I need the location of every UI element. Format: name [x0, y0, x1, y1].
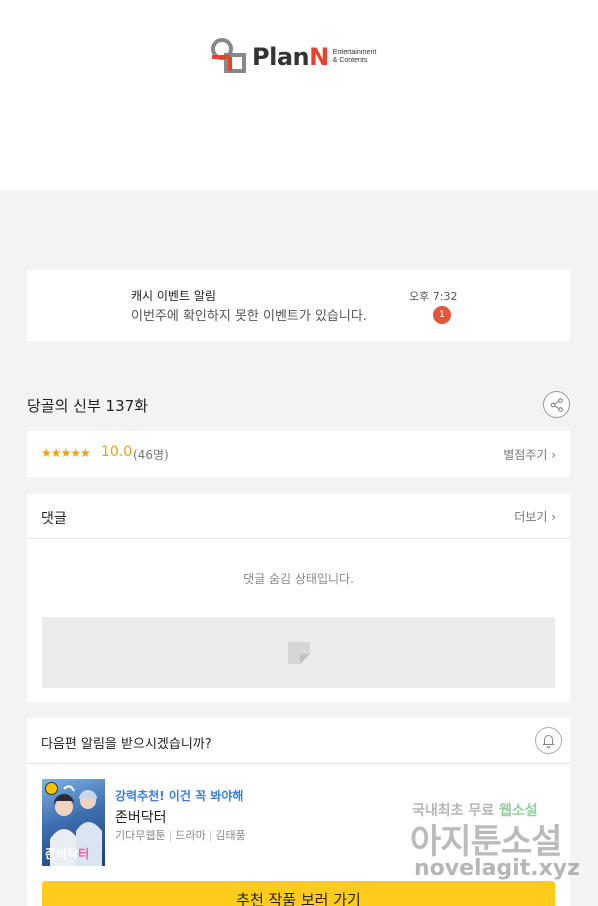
comments-title: 댓글	[41, 511, 67, 527]
plann-logo: PlanN Entertainment & Contents	[210, 36, 410, 78]
comments-hidden-message: 댓글 숨김 상태입니다.	[243, 572, 354, 586]
thumbnail-title: 존버닥터	[45, 847, 90, 861]
comments-more-button[interactable]: 더보기 ›	[514, 508, 556, 525]
rating-score: 10.0	[101, 444, 133, 460]
recommend-tagline: 강력추천! 이건 꼭 봐야해	[115, 789, 244, 803]
logo-wordmark: PlanN	[252, 43, 329, 71]
comments-card: 댓글 더보기 › 댓글 숨김 상태입니다.	[27, 494, 570, 702]
alert-toggle-button[interactable]	[535, 727, 562, 754]
comments-header: 댓글 더보기 ›	[27, 494, 570, 539]
episode-title: 당골의 신부 137화	[27, 397, 148, 415]
bell-icon	[542, 735, 555, 748]
watermark-line-3: novelagit.xyz	[414, 856, 580, 881]
ad-placeholder[interactable]	[42, 617, 555, 688]
header-area	[0, 0, 598, 190]
next-episode-alert-question: 다음편 알림을 받으시겠습니까?	[41, 737, 212, 752]
recommend-header: 다음편 알림을 받으시겠습니까?	[27, 718, 570, 764]
notification-body: 이번주에 확인하지 못한 이벤트가 있습니다.	[131, 309, 367, 324]
plann-logo-mark-icon	[210, 37, 250, 77]
notification-card[interactable]: 캐시 이벤트 알림 이번주에 확인하지 못한 이벤트가 있습니다. 오후 7:3…	[27, 270, 570, 341]
recommended-title-thumbnail[interactable]: 존버닥터	[42, 779, 105, 866]
logo-subtitle: Entertainment & Contents	[332, 49, 377, 64]
image-placeholder-icon	[288, 642, 310, 664]
rating-card: ★★★★★ 10.0 (46명) 별점주기 ›	[27, 431, 570, 477]
site-watermark: 국내최초 무료 웹소설 아지툰소설 novelagit.xyz	[410, 796, 580, 886]
notification-title: 캐시 이벤트 알림	[131, 289, 216, 303]
star-rating-icon: ★★★★★	[41, 446, 91, 460]
recommended-title-meta: 기다무웹툰 | 드라마 | 김태풍	[115, 829, 246, 842]
notification-time: 오후 7:32	[409, 290, 458, 303]
recommended-title-name[interactable]: 존버닥터	[115, 807, 167, 827]
rating-count: (46명)	[133, 448, 169, 462]
share-icon	[550, 397, 563, 412]
share-button[interactable]	[543, 391, 570, 418]
notification-badge: 1	[433, 306, 451, 324]
rate-button[interactable]: 별점주기 ›	[503, 446, 556, 463]
